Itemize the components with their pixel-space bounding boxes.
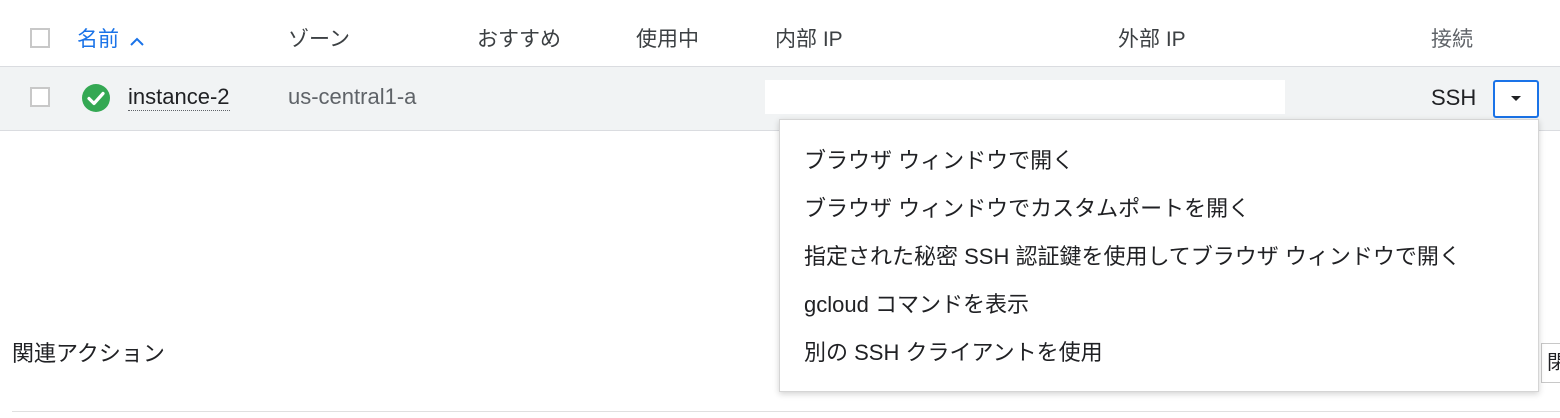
- column-header-zone[interactable]: ゾーン: [288, 28, 350, 52]
- table-header: 名前 ゾーン おすすめ 使用中 内部 IP 外部 IP 接続: [0, 0, 1560, 67]
- ssh-button[interactable]: SSH: [1431, 85, 1476, 111]
- menu-item-open-with-private-key[interactable]: 指定された秘密 SSH 認証鍵を使用してブラウザ ウィンドウで開く: [804, 243, 1461, 271]
- ssh-dropdown-button[interactable]: [1493, 80, 1539, 118]
- column-header-connect: 接続: [1431, 28, 1473, 51]
- select-all-checkbox[interactable]: [30, 28, 50, 48]
- column-header-in-use: 使用中: [636, 28, 699, 51]
- instance-name-link[interactable]: instance-2: [128, 84, 230, 111]
- partial-button[interactable]: 閉: [1541, 343, 1560, 383]
- caret-down-icon: [1511, 96, 1521, 101]
- column-header-recommendation: おすすめ: [477, 28, 561, 51]
- menu-item-open-custom-port[interactable]: ブラウザ ウィンドウでカスタムポートを開く: [804, 195, 1250, 223]
- menu-item-use-other-ssh-client[interactable]: 別の SSH クライアントを使用: [804, 339, 1103, 367]
- chevron-up-icon[interactable]: [128, 26, 146, 54]
- column-header-name[interactable]: 名前: [77, 28, 119, 52]
- related-actions-heading: 関連アクション: [12, 341, 165, 366]
- instance-zone: us-central1-a: [288, 84, 417, 109]
- ssh-options-menu: ブラウザ ウィンドウで開く ブラウザ ウィンドウでカスタムポートを開く 指定され…: [779, 119, 1539, 392]
- column-header-external-ip[interactable]: 外部 IP: [1118, 28, 1186, 52]
- check-circle-icon: [82, 84, 110, 112]
- row-checkbox[interactable]: [30, 87, 50, 107]
- menu-item-view-gcloud-command[interactable]: gcloud コマンドを表示: [804, 291, 1029, 319]
- column-header-internal-ip[interactable]: 内部 IP: [775, 28, 843, 52]
- divider: [12, 411, 1560, 412]
- menu-item-open-in-browser[interactable]: ブラウザ ウィンドウで開く: [804, 147, 1074, 175]
- ip-address-cell: [765, 80, 1285, 114]
